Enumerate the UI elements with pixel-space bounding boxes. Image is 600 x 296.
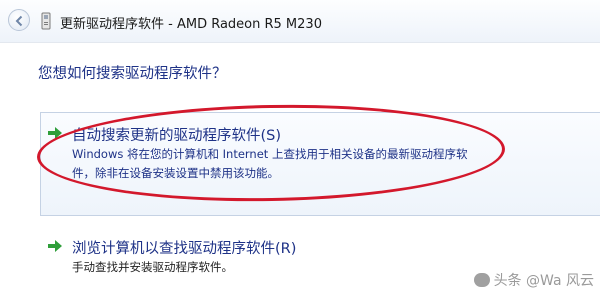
title-bar: 更新驱动程序软件 - AMD Radeon R5 M230 [0, 0, 600, 43]
back-button[interactable] [8, 9, 30, 31]
page-heading: 您想如何搜索驱动程序软件？ [38, 66, 227, 82]
back-arrow-icon [15, 15, 23, 27]
watermark-text: 头条 @Wa 风云 [493, 273, 594, 289]
option-auto-search-desc-line1: Windows 将在您的计算机和 Internet 上查找用于相关设备的最新驱动… [72, 147, 468, 161]
watermark: 头条 @Wa 风云 [473, 270, 594, 290]
window-title: 更新驱动程序软件 - AMD Radeon R5 M230 [60, 17, 322, 32]
watermark-logo-icon [473, 273, 490, 287]
device-icon [41, 12, 51, 30]
green-arrow-icon [48, 240, 62, 252]
option-browse-title[interactable]: 浏览计算机以查找驱动程序软件(R) [72, 237, 296, 258]
option-browse-desc: 手动查找并安装驱动程序软件。 [72, 260, 233, 274]
green-arrow-icon [48, 127, 62, 139]
option-auto-search-title[interactable]: 自动搜索更新的驱动程序软件(S) [72, 124, 281, 145]
option-auto-search-desc-line2: 件，除非在设备安装设置中禁用该功能。 [72, 166, 279, 180]
